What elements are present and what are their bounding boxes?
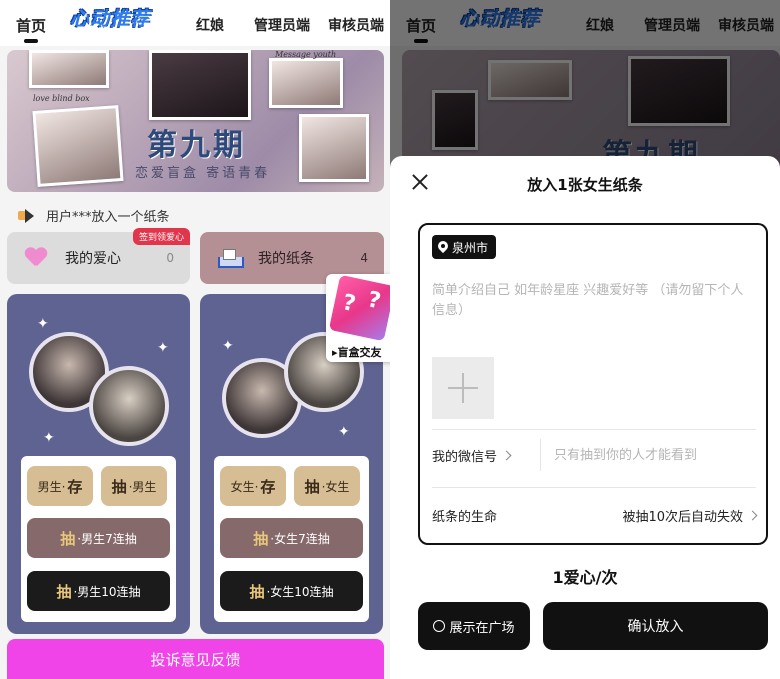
nav-home-tab[interactable]: 首页 [16,15,46,43]
my-love-card[interactable]: 我的爱心 0 签到领爱心 [7,228,190,284]
draw-female-7-verb: 抽 [253,529,269,548]
megaphone-icon [18,208,36,223]
draw-male-note-button[interactable]: 抽 ·男生 [101,466,167,506]
show-in-square-toggle[interactable]: 展示在广场 [418,602,530,650]
male-actions: 男生· 存 抽 ·男生 抽 ·男生7连抽 抽 ·男生10连抽 [21,456,176,622]
draw-male-label: ·男生 [128,479,157,494]
inbox-icon [218,249,244,268]
store-male-verb: 存 [67,477,83,496]
wechat-input[interactable] [554,443,744,467]
banner-photo [299,114,369,182]
checkin-badge[interactable]: 签到领爱心 [132,228,190,245]
nav-admin-tab[interactable]: 管理员端 [254,15,310,35]
note-life-text: 被抽10次后自动失效 [622,509,743,525]
feedback-button[interactable]: 投诉意见反馈 [7,639,384,679]
draw-male-7-label: ·男生7连抽 [77,531,137,546]
store-female-label: 女生· [230,479,259,494]
wechat-row: 我的微信号 [432,435,756,475]
put-note-screen: 首页 心动推荐 红娘 管理员端 审核员端 第九期 放入1张女生纸条 泉州市 我的 [390,0,780,679]
chevron-right-icon [747,510,758,520]
draw-female-verb: 抽 [304,477,320,496]
self-intro-input[interactable] [432,281,756,351]
my-notes-label: 我的纸条 [258,251,314,267]
promo-banner[interactable]: love blind box Message youth 第九期 恋爱盲盒 寄语… [7,50,384,192]
top-nav: 首页 心动推荐 红娘 管理员端 审核员端 [0,0,390,46]
banner-photo [32,105,124,187]
draw-female-note-button[interactable]: 抽 ·女生 [294,466,360,506]
ticker-text: 用户***放入一个纸条 [46,210,170,225]
sparkle-icon: ✦ [43,430,55,446]
location-pin-icon [438,241,448,254]
sparkle-icon: ✦ [338,424,350,440]
draw-male-10-verb: 抽 [56,582,72,601]
draw-male-10-button[interactable]: 抽 ·男生10连抽 [27,571,170,611]
confirm-put-button[interactable]: 确认放入 [543,602,768,650]
note-life-label: 纸条的生命 [432,509,498,525]
put-note-sheet: 放入1张女生纸条 泉州市 我的微信号 纸条的生命 被抽10次后自动失效 [390,156,780,679]
store-female-verb: 存 [260,477,276,496]
divider [432,429,756,430]
city-name: 泉州市 [452,240,489,255]
sheet-title: 放入1张女生纸条 [527,176,643,194]
banner-photo [269,58,343,108]
app-logo: 心动推荐 [70,8,151,30]
banner-photo [29,50,109,88]
radio-icon [433,620,446,632]
note-life-row[interactable]: 纸条的生命 被抽10次后自动失效 [432,495,758,535]
draw-female-10-button[interactable]: 抽 ·女生10连抽 [220,571,363,611]
banner-caption: love blind box [33,94,90,103]
activity-ticker: 用户***放入一个纸条 [18,206,170,225]
store-female-note-button[interactable]: 女生· 存 [220,466,286,506]
city-tag[interactable]: 泉州市 [432,235,497,259]
draw-female-label: ·女生 [321,479,350,494]
divider [540,439,541,471]
draw-male-7-verb: 抽 [60,529,76,548]
banner-subtitle: 恋爱盲盒 寄语青春 [135,166,271,181]
chevron-right-icon [501,450,512,460]
note-life-value: 被抽10次后自动失效 [622,506,758,525]
draw-male-7-button[interactable]: 抽 ·男生7连抽 [27,518,170,558]
draw-male-verb: 抽 [111,477,127,496]
draw-male-10-label: ·男生10连抽 [73,584,141,599]
price-label: 1爱心/次 [552,568,618,587]
draw-female-10-label: ·女生10连抽 [266,584,334,599]
sparkle-icon: ✦ [37,316,49,332]
gift-box-icon: ?? [328,274,390,342]
nav-matchmaker-tab[interactable]: 红娘 [196,15,224,35]
sparkle-icon: ✦ [157,340,169,356]
male-avatar-photo [89,366,169,446]
show-in-square-label: 展示在广场 [449,620,515,636]
banner-caption: Message youth [275,50,337,59]
female-actions: 女生· 存 抽 ·女生 抽 ·女生7连抽 抽 ·女生10连抽 [214,456,369,622]
store-male-note-button[interactable]: 男生· 存 [27,466,93,506]
my-notes-count: 4 [360,251,368,265]
draw-female-10-verb: 抽 [249,582,265,601]
store-male-label: 男生· [37,479,66,494]
my-love-count: 0 [166,251,174,265]
draw-female-7-button[interactable]: 抽 ·女生7连抽 [220,518,363,558]
wechat-label: 我的微信号 [432,449,498,465]
nav-reviewer-tab[interactable]: 审核员端 [328,15,384,35]
float-button-label: ▸盲盒交友 [332,346,382,359]
home-screen: 首页 心动推荐 红娘 管理员端 审核员端 love blind box Mess… [0,0,390,679]
draw-female-7-label: ·女生7连抽 [270,531,330,546]
add-photo-button[interactable] [432,357,494,419]
my-love-label: 我的爱心 [65,251,121,267]
note-form: 泉州市 我的微信号 纸条的生命 被抽10次后自动失效 [418,223,768,545]
male-blind-box-panel: ✦ ✦ ✦ 男生· 存 抽 ·男生 抽 ·男生7连抽 抽 ·男生10连抽 [7,294,190,634]
divider [432,487,756,488]
banner-photo [149,50,251,120]
blind-box-dating-float-button[interactable]: ?? ▸盲盒交友 [326,274,390,362]
sparkle-icon: ✦ [222,338,234,354]
banner-title: 第九期 [147,128,246,163]
heart-icon [25,248,47,268]
